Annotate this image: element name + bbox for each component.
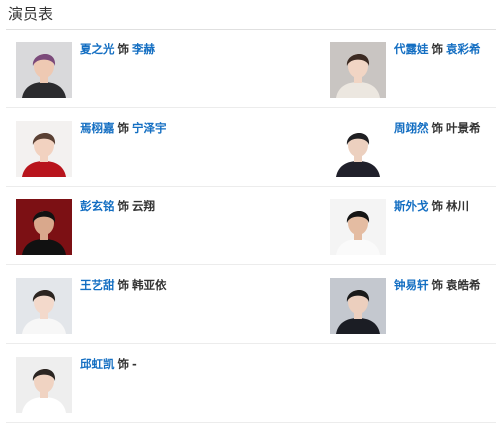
actor-name-link[interactable]: 焉栩嘉 [80,121,115,135]
role-connector: 饰 [117,278,130,292]
actor-photo[interactable] [330,42,386,98]
actor-photo[interactable] [16,278,72,334]
row-divider [6,107,496,108]
role-connector: 饰 [431,42,444,56]
cast-caption: 焉栩嘉饰宁泽宇 [80,121,167,136]
actor-photo[interactable] [16,357,72,413]
actor-name-link[interactable]: 王艺甜 [80,278,115,292]
cast-caption: 代露娃饰袁彩希 [394,42,481,57]
row-divider [6,186,496,187]
row-divider [6,343,496,344]
actor-name-link[interactable]: 彭玄铭 [80,199,115,213]
cast-caption: 钟易轩饰袁皓希 [394,278,481,293]
actor-name-link[interactable]: 钟易轩 [394,278,429,292]
role-connector: 饰 [117,42,130,56]
actor-name-link[interactable]: 代露娃 [394,42,429,56]
character-name-link[interactable]: 李赫 [132,42,155,56]
role-connector: 饰 [431,278,444,292]
role-connector: 饰 [431,199,444,213]
cast-caption: 彭玄铭饰云翔 [80,199,155,214]
title-divider [6,29,496,30]
cast-caption: 王艺甜饰韩亚依 [80,278,167,293]
role-connector: 饰 [117,199,130,213]
character-name: 袁皓希 [446,278,481,292]
actor-photo[interactable] [16,121,72,177]
actor-photo[interactable] [330,121,386,177]
role-connector: 饰 [431,121,444,135]
actor-name-link[interactable]: 周翊然 [394,121,429,135]
character-name: - [132,357,137,371]
actor-photo[interactable] [16,199,72,255]
character-name: 叶景希 [446,121,481,135]
role-connector: 饰 [117,357,130,371]
cast-caption: 周翊然饰叶景希 [394,121,481,136]
actor-photo[interactable] [16,42,72,98]
actor-name-link[interactable]: 斯外戈 [394,199,429,213]
section-title: 演员表 [8,5,54,23]
character-name-link[interactable]: 宁泽宇 [132,121,167,135]
row-divider [6,422,496,423]
cast-caption: 斯外戈饰林川 [394,199,469,214]
actor-name-link[interactable]: 邱虹凯 [80,357,115,371]
actor-photo[interactable] [330,278,386,334]
character-name: 林川 [446,199,469,213]
character-name: 韩亚依 [132,278,167,292]
character-name: 云翔 [132,199,155,213]
row-divider [6,264,496,265]
actor-photo[interactable] [330,199,386,255]
character-name-link[interactable]: 袁彩希 [446,42,481,56]
cast-caption: 夏之光饰李赫 [80,42,155,57]
actor-name-link[interactable]: 夏之光 [80,42,115,56]
cast-caption: 邱虹凯饰 - [80,357,137,372]
role-connector: 饰 [117,121,130,135]
